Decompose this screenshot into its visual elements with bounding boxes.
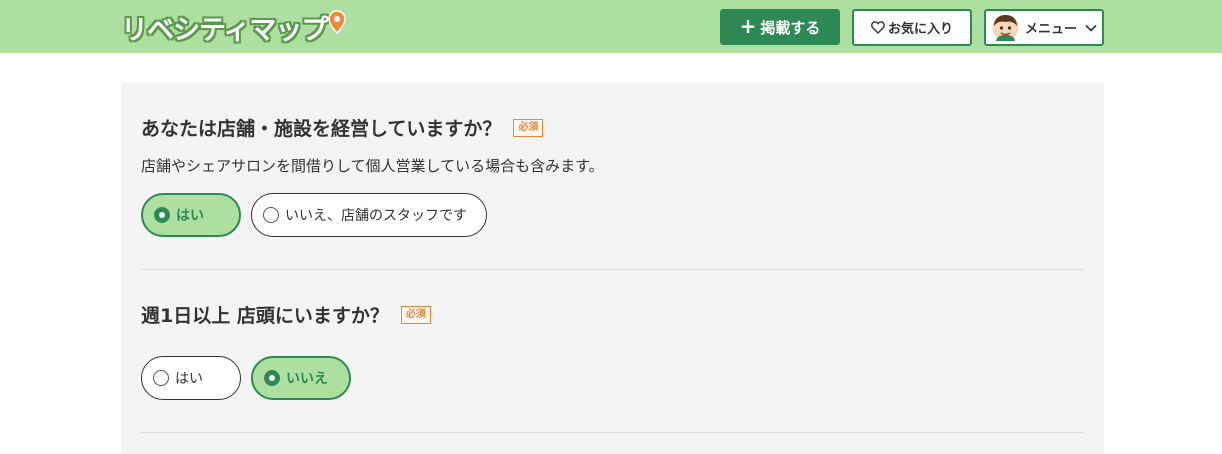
question-1-description: 店舗やシェアサロンを間借りして個人営業している場合も含みます。 — [141, 157, 604, 175]
radio-selected-icon — [154, 207, 170, 223]
site-logo[interactable]: リベシティマップ — [121, 8, 346, 46]
option-label: はい — [175, 371, 203, 387]
favorites-button[interactable]: お気に入り — [852, 9, 972, 46]
avatar — [992, 14, 1019, 41]
map-pin-icon — [328, 10, 346, 34]
favorites-label: お気に入り — [887, 22, 953, 37]
question-2-title: 週1日以上 店頭にいますか？ — [141, 305, 389, 327]
menu-label: メニュー — [1025, 22, 1078, 37]
question-2-option-yes[interactable]: はい — [141, 356, 241, 400]
plus-icon: + — [739, 14, 757, 38]
logo-text: リベシティマップ — [121, 14, 328, 46]
divider — [141, 432, 1084, 433]
required-badge: 必須 — [513, 118, 544, 137]
question-1-option-yes[interactable]: はい — [141, 193, 241, 237]
option-label: いいえ、店舗のスタッフです — [285, 208, 467, 224]
option-label: いいえ — [286, 371, 328, 387]
option-label: はい — [176, 208, 204, 224]
required-badge: 必須 — [400, 305, 431, 324]
post-listing-label: 掲載する — [760, 18, 821, 37]
chevron-down-icon — [1085, 24, 1097, 32]
question-2-option-no[interactable]: いいえ — [251, 356, 351, 400]
post-listing-button[interactable]: + 掲載する — [720, 9, 840, 45]
question-1-option-no[interactable]: いいえ、店舗のスタッフです — [251, 193, 487, 237]
heart-icon — [871, 21, 885, 34]
divider — [141, 269, 1084, 270]
site-header: リベシティマップ + 掲載する お気に入り メニュー — [0, 0, 1222, 53]
survey-panel: あなたは店舗・施設を経営していますか？ 必須 店舗やシェアサロンを間借りして個人… — [121, 83, 1104, 454]
radio-unselected-icon — [153, 370, 169, 386]
question-1-title: あなたは店舗・施設を経営していますか？ — [141, 118, 502, 140]
radio-selected-icon — [264, 370, 280, 386]
question-1-title-row: あなたは店舗・施設を経営していますか？ 必須 — [141, 114, 544, 141]
menu-button[interactable]: メニュー — [984, 9, 1104, 46]
radio-unselected-icon — [263, 207, 279, 223]
question-2-title-row: 週1日以上 店頭にいますか？ 必須 — [141, 301, 431, 328]
